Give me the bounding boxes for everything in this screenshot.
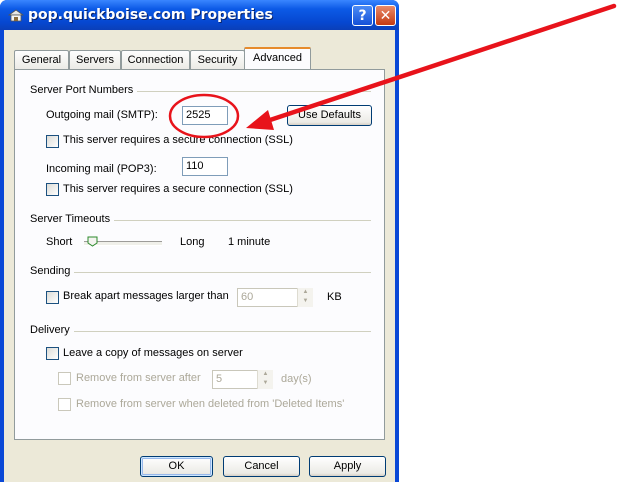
window-title: pop.quickboise.com Properties [28,7,273,23]
tab-advanced[interactable]: Advanced [244,47,311,69]
apply-button[interactable]: Apply [309,456,386,477]
tab-security[interactable]: Security [190,50,245,69]
sending-label: Sending [30,265,75,277]
leave-copy-checkbox[interactable] [46,347,59,360]
spinner-down-icon[interactable]: ▼ [298,297,313,306]
tab-servers[interactable]: Servers [69,50,121,69]
ok-button[interactable]: OK [140,456,213,477]
use-defaults-button[interactable]: Use Defaults [287,105,372,126]
group-divider [30,331,371,332]
server-port-numbers-label: Server Port Numbers [30,84,138,96]
break-apart-label: Break apart messages larger than [63,290,229,302]
timeout-long-label: Long [180,236,205,248]
break-apart-checkbox[interactable] [46,291,59,304]
remove-days-spinner[interactable]: ▲ ▼ [257,370,273,389]
timeout-short-label: Short [46,236,73,248]
outgoing-port-input[interactable]: 2525 [182,106,228,125]
remove-after-checkbox[interactable] [58,372,71,385]
tab-connection[interactable]: Connection [121,50,190,69]
server-timeouts-label: Server Timeouts [30,213,115,225]
delivery-label: Delivery [30,324,74,336]
spinner-up-icon[interactable]: ▲ [298,288,313,297]
remove-deleted-checkbox[interactable] [58,398,71,411]
title-bar[interactable]: pop.quickboise.com Properties ? ✕ [0,0,399,30]
spinner-down-icon[interactable]: ▼ [258,379,273,388]
incoming-port-input[interactable]: 110 [182,157,228,176]
remove-deleted-label: Remove from server when deleted from 'De… [76,398,345,410]
ssl-incoming-label: This server requires a secure connection… [63,183,293,195]
days-unit-label: day(s) [281,373,312,385]
ssl-incoming-checkbox[interactable] [46,183,59,196]
help-button[interactable]: ? [352,5,373,26]
tab-general[interactable]: General [14,50,69,69]
cancel-button[interactable]: Cancel [223,456,300,477]
spinner-up-icon[interactable]: ▲ [258,370,273,379]
size-unit-label: KB [327,291,342,303]
message-size-spinner[interactable]: ▲ ▼ [297,288,313,307]
outgoing-mail-label: Outgoing mail (SMTP): [46,109,158,121]
remove-after-label: Remove from server after [76,372,201,384]
ssl-outgoing-label: This server requires a secure connection… [63,134,293,146]
group-divider [30,272,371,273]
leave-copy-label: Leave a copy of messages on server [63,347,243,359]
close-button[interactable]: ✕ [375,5,396,26]
timeout-slider-thumb[interactable] [87,236,98,247]
incoming-mail-label: Incoming mail (POP3): [46,163,157,175]
mail-server-icon [8,9,24,22]
timeout-value-label: 1 minute [228,236,271,248]
ssl-outgoing-checkbox[interactable] [46,135,59,148]
